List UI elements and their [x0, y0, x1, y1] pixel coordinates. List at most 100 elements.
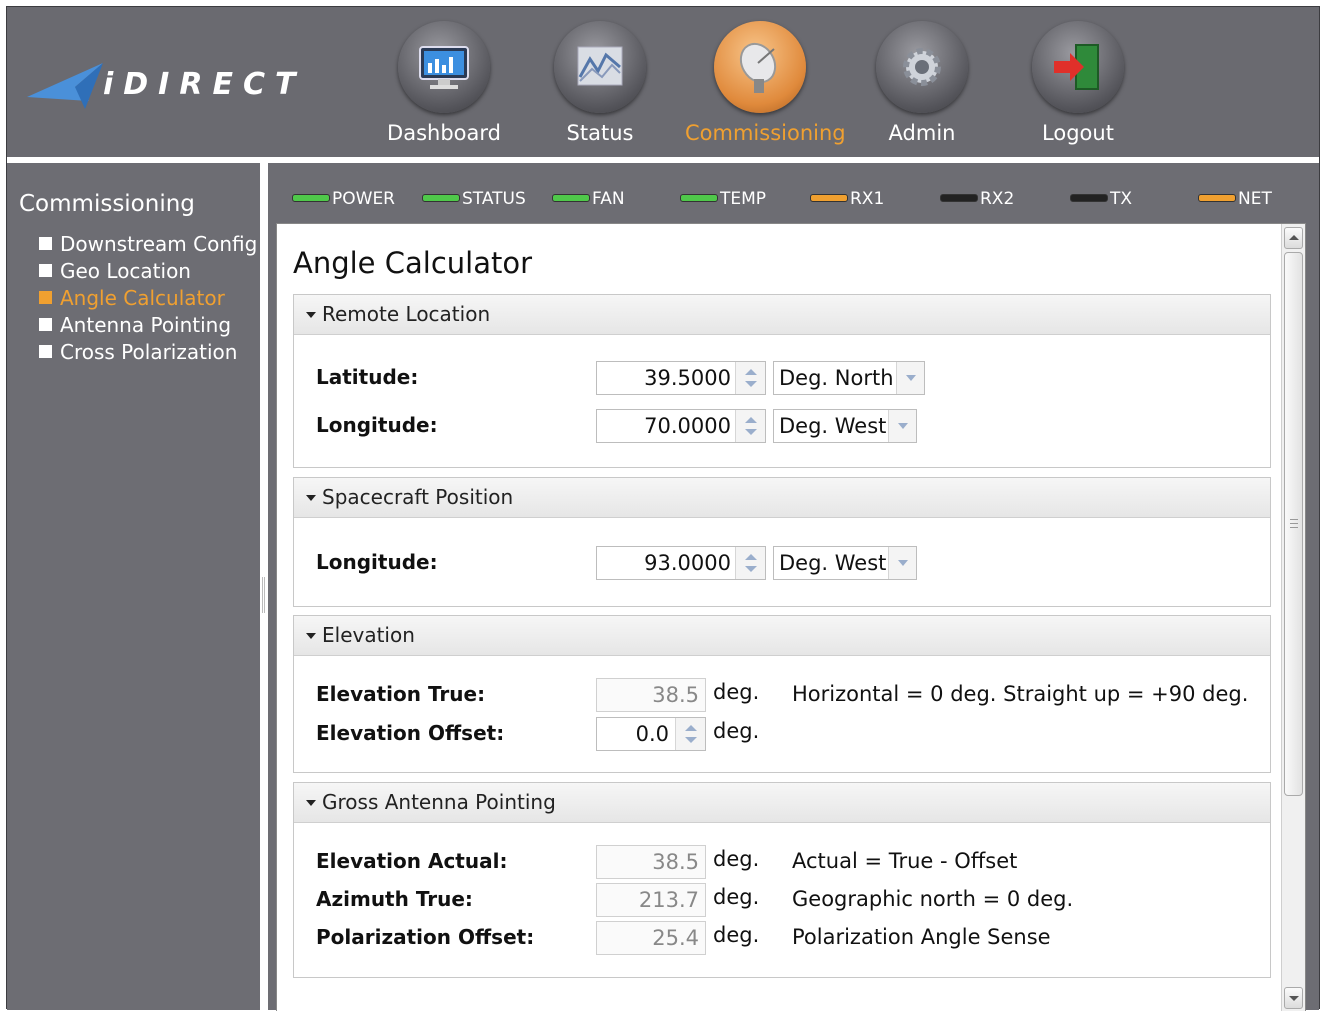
polarization-offset-field: 25.4	[596, 921, 706, 955]
elevation-actual-field: 38.5	[596, 845, 706, 879]
nav-dashboard[interactable]: Dashboard	[369, 17, 519, 152]
bullet-icon	[39, 237, 52, 250]
led-indicator-icon	[1198, 194, 1236, 202]
latitude-row: Latitude: 39.5000 Deg. North	[316, 361, 1256, 395]
elevation-true-label: Elevation True:	[316, 682, 486, 706]
header: iDIRECT Dashboard Status Commissioning A…	[7, 7, 1319, 157]
elevation-actual-note: Actual = True - Offset	[792, 849, 1018, 873]
unit-label: deg.	[713, 847, 760, 871]
satellite-dish-icon	[714, 21, 806, 113]
grip-icon	[1290, 519, 1298, 528]
dropdown-arrow-icon[interactable]	[888, 410, 916, 442]
scroll-down-icon[interactable]	[1284, 987, 1303, 1009]
spacecraft-position-panel: Spacecraft Position Longitude: 93.0000 D…	[293, 477, 1271, 607]
main-area: POWER STATUS FAN TEMP RX1 RX2 TX NET Ang…	[268, 157, 1319, 1011]
elevation-offset-input[interactable]: 0.0	[596, 717, 706, 751]
sidebar-title: Commissioning	[19, 191, 195, 217]
app-frame: iDIRECT Dashboard Status Commissioning A…	[6, 6, 1320, 1011]
dropdown-arrow-icon[interactable]	[888, 547, 916, 579]
collapse-caret-icon[interactable]	[306, 312, 316, 318]
idirect-logo: iDIRECT	[25, 57, 315, 117]
led-status-bar: POWER STATUS FAN TEMP RX1 RX2 TX NET	[292, 189, 1302, 211]
bullet-icon	[39, 318, 52, 331]
polarization-offset-label: Polarization Offset:	[316, 925, 535, 949]
spinner-arrows-icon[interactable]	[735, 362, 765, 394]
collapse-caret-icon[interactable]	[306, 800, 316, 806]
led-status: STATUS	[422, 189, 526, 211]
latitude-direction-select[interactable]: Deg. North	[773, 361, 925, 395]
sidebar-item-angle-calculator[interactable]: Angle Calculator	[39, 285, 259, 312]
gross-antenna-pointing-header[interactable]: Gross Antenna Pointing	[294, 783, 1270, 823]
remote-location-panel: Remote Location Latitude: 39.5000 Deg. N…	[293, 294, 1271, 468]
unit-label: deg.	[713, 719, 760, 743]
azimuth-true-note: Geographic north = 0 deg.	[792, 887, 1074, 911]
gear-icon	[876, 21, 968, 113]
nav-commissioning[interactable]: Commissioning	[685, 17, 846, 152]
elevation-true-row: Elevation True: 38.5 deg. Horizontal = 0…	[316, 678, 1256, 712]
azimuth-true-row: Azimuth True: 213.7 deg. Geographic nort…	[316, 883, 1256, 917]
bullet-icon	[39, 291, 52, 304]
led-tx: TX	[1070, 189, 1132, 211]
sidebar: Commissioning Downstream Config Geo Loca…	[7, 157, 260, 1010]
remote-location-header[interactable]: Remote Location	[294, 295, 1270, 335]
led-indicator-icon	[422, 194, 460, 202]
spinner-arrows-icon[interactable]	[735, 410, 765, 442]
sidebar-item-cross-polarization[interactable]: Cross Polarization	[39, 339, 259, 366]
splitter[interactable]	[260, 157, 268, 1010]
elevation-panel: Elevation Elevation True: 38.5 deg. Hori…	[293, 615, 1271, 773]
spinner-arrows-icon[interactable]	[735, 547, 765, 579]
led-power: POWER	[292, 189, 395, 211]
sidebar-item-downstream-config[interactable]: Downstream Config	[39, 231, 259, 258]
vertical-scrollbar[interactable]	[1281, 224, 1305, 1011]
led-fan: FAN	[552, 189, 625, 211]
content-panel: Angle Calculator Remote Location Latitud…	[276, 223, 1306, 1011]
led-indicator-icon	[1070, 194, 1108, 202]
bullet-icon	[39, 345, 52, 358]
elevation-true-note: Horizontal = 0 deg. Straight up = +90 de…	[792, 682, 1249, 706]
nav-logout[interactable]: Logout	[1003, 17, 1153, 152]
spacecraft-longitude-input[interactable]: 93.0000	[596, 546, 766, 580]
splitter-grip-icon[interactable]	[262, 577, 265, 613]
gross-antenna-pointing-panel: Gross Antenna Pointing Elevation Actual:…	[293, 782, 1271, 978]
led-indicator-icon	[552, 194, 590, 202]
elevation-actual-row: Elevation Actual: 38.5 deg. Actual = Tru…	[316, 845, 1256, 879]
azimuth-true-label: Azimuth True:	[316, 887, 473, 911]
bullet-icon	[39, 264, 52, 277]
monitor-icon	[398, 21, 490, 113]
elevation-true-field: 38.5	[596, 678, 706, 712]
remote-longitude-input[interactable]: 70.0000	[596, 409, 766, 443]
polarization-offset-row: Polarization Offset: 25.4 deg. Polarizat…	[316, 921, 1256, 955]
sidebar-item-antenna-pointing[interactable]: Antenna Pointing	[39, 312, 259, 339]
nav-status[interactable]: Status	[525, 17, 675, 152]
scroll-up-icon[interactable]	[1284, 227, 1303, 249]
collapse-caret-icon[interactable]	[306, 495, 316, 501]
latitude-label: Latitude:	[316, 365, 419, 389]
dropdown-arrow-icon[interactable]	[896, 362, 924, 394]
led-indicator-icon	[680, 194, 718, 202]
led-indicator-icon	[292, 194, 330, 202]
remote-longitude-row: Longitude: 70.0000 Deg. West	[316, 409, 1256, 443]
remote-longitude-label: Longitude:	[316, 413, 438, 437]
collapse-caret-icon[interactable]	[306, 633, 316, 639]
unit-label: deg.	[713, 923, 760, 947]
elevation-header[interactable]: Elevation	[294, 616, 1270, 656]
elevation-offset-label: Elevation Offset:	[316, 721, 505, 745]
led-indicator-icon	[940, 194, 978, 202]
led-net: NET	[1198, 189, 1272, 211]
elevation-offset-row: Elevation Offset: 0.0 deg.	[316, 717, 1256, 751]
led-indicator-icon	[810, 194, 848, 202]
spacecraft-longitude-label: Longitude:	[316, 550, 438, 574]
nav-admin[interactable]: Admin	[847, 17, 997, 152]
exit-door-icon	[1032, 21, 1124, 113]
led-rx2: RX2	[940, 189, 1014, 211]
scroll-thumb[interactable]	[1284, 252, 1303, 796]
remote-longitude-direction-select[interactable]: Deg. West	[773, 409, 917, 443]
polarization-offset-note: Polarization Angle Sense	[792, 925, 1051, 949]
spacecraft-longitude-row: Longitude: 93.0000 Deg. West	[316, 546, 1256, 580]
spinner-arrows-icon[interactable]	[675, 718, 705, 750]
latitude-input[interactable]: 39.5000	[596, 361, 766, 395]
spacecraft-position-header[interactable]: Spacecraft Position	[294, 478, 1270, 518]
sidebar-item-geo-location[interactable]: Geo Location	[39, 258, 259, 285]
spacecraft-longitude-direction-select[interactable]: Deg. West	[773, 546, 917, 580]
led-rx1: RX1	[810, 189, 884, 211]
